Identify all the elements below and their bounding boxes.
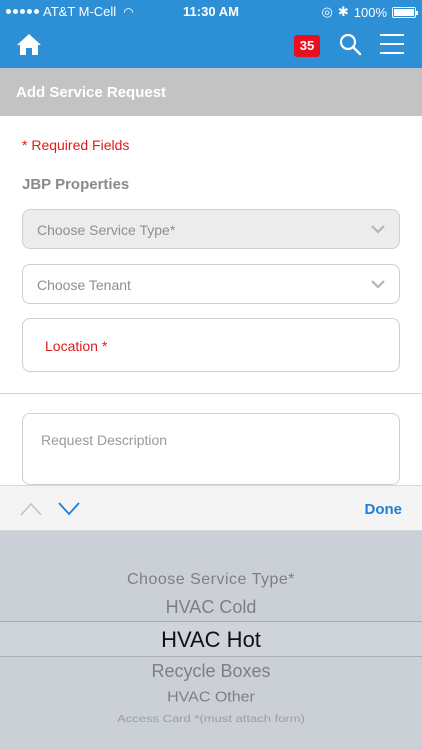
notification-badge[interactable]: 35 — [294, 35, 320, 57]
home-icon[interactable] — [16, 32, 42, 56]
status-right: ◎ ✱ 100% — [321, 4, 418, 20]
tenant-placeholder: Choose Tenant — [37, 277, 131, 293]
picker-option-selected[interactable]: HVAC Hot — [0, 627, 422, 653]
hamburger-menu-icon[interactable] — [380, 34, 404, 56]
tenant-select[interactable]: Choose Tenant — [22, 264, 400, 304]
picker-option[interactable]: Choose Service Type* — [0, 571, 422, 589]
bluetooth-icon: ✱ — [337, 4, 349, 19]
chevron-down-icon — [371, 280, 385, 289]
battery-icon — [392, 6, 418, 18]
picker-option[interactable]: Access Card *(must attach form) — [0, 713, 422, 724]
location-field[interactable]: Location * — [22, 318, 400, 372]
previous-field-icon[interactable] — [20, 502, 42, 516]
done-button[interactable]: Done — [365, 501, 403, 518]
service-type-select[interactable]: Choose Service Type* — [22, 209, 400, 249]
company-name: JBP Properties — [22, 176, 130, 193]
next-field-icon[interactable] — [58, 502, 80, 516]
battery-percent: 100% — [353, 4, 387, 20]
chevron-down-icon — [371, 225, 385, 234]
service-type-placeholder: Choose Service Type* — [37, 222, 176, 238]
app-header: 35 — [0, 22, 422, 68]
service-type-picker[interactable]: Choose Service Type* HVAC Cold HVAC Hot … — [0, 531, 422, 750]
required-fields-note: * Required Fields — [22, 137, 130, 153]
request-description-field[interactable]: Request Description — [22, 413, 400, 485]
divider — [0, 393, 422, 394]
picker-toolbar: Done — [0, 485, 422, 531]
page-title-bar: Add Service Request — [0, 68, 422, 116]
search-icon[interactable] — [338, 32, 362, 56]
picker-option[interactable]: HVAC Cold — [0, 597, 422, 618]
page-title: Add Service Request — [16, 84, 167, 101]
rotation-lock-icon: ◎ — [321, 4, 333, 19]
picker-option[interactable]: HVAC Other — [0, 690, 422, 706]
picker-option[interactable]: Recycle Boxes — [0, 661, 422, 682]
request-description-placeholder: Request Description — [41, 432, 168, 448]
status-bar: AT&T M-Cell ◠ 11:30 AM ◎ ✱ 100% — [0, 0, 422, 22]
location-label: Location * — [45, 338, 108, 354]
